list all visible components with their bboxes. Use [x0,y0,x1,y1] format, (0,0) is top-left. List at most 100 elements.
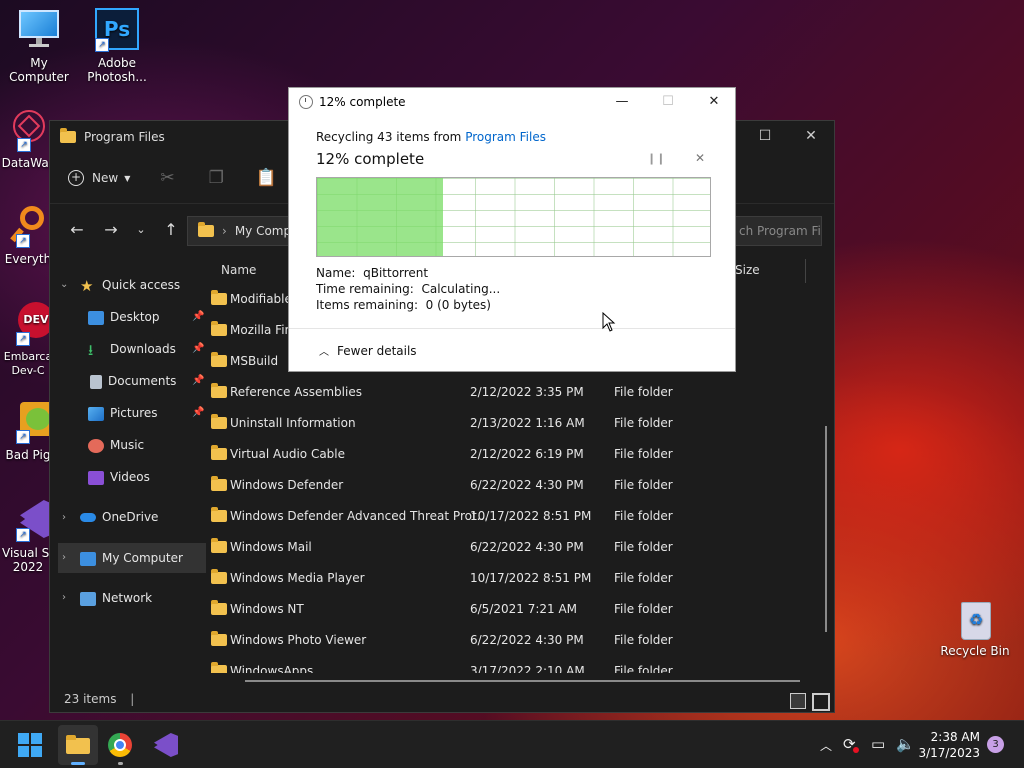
start-windows-icon[interactable] [18,733,42,757]
desktop-icon-visual-studio[interactable]: ↗ Visual St 2022 [0,498,56,574]
visual-studio-taskbar-icon[interactable] [154,733,178,757]
minimize-button[interactable]: — [599,88,645,116]
folder-icon [211,631,227,646]
folder-icon [211,507,227,522]
nav-videos[interactable]: Videos [88,465,150,489]
forward-arrow-icon[interactable]: → [96,220,126,239]
copy-icon[interactable]: ❐ [209,168,224,188]
new-button[interactable]: + New ▼ [68,170,130,186]
expand-chevron-icon[interactable]: › [62,512,66,523]
table-row[interactable]: Windows Defender Advanced Threat Prot...… [208,500,828,531]
nav-desktop[interactable]: Desktop [88,305,160,329]
nav-downloads[interactable]: ⭳ Downloads [88,337,176,361]
nav-quick-access[interactable]: ★ Quick access [80,273,180,297]
table-row[interactable]: Uninstall Information 2/13/2022 1:16 AM Fi… [208,407,828,438]
nav-onedrive[interactable]: OneDrive [80,505,158,529]
monitor-icon [17,8,61,52]
row-date: 6/5/2021 7:21 AM [470,602,578,616]
breadcrumb-chevron-icon: › [222,224,227,238]
nav-documents[interactable]: Documents [88,369,176,393]
download-icon: ⭳ [88,340,94,359]
cut-icon[interactable]: ✂ [160,168,174,188]
desktop-icon-photoshop[interactable]: Ps ↗ Adobe Photosh... [78,8,156,84]
folder-icon [211,321,227,336]
column-header-name[interactable]: Name [221,263,256,277]
chevron-up-icon[interactable]: ︿ [820,737,832,754]
table-row[interactable]: Windows Defender 6/22/2022 4:30 PM File fo… [208,469,828,500]
back-arrow-icon[interactable]: ← [62,220,92,239]
pin-icon[interactable]: 📌 [192,407,204,418]
row-name: MSBuild [230,354,279,368]
notification-badge[interactable]: 3 [987,736,1004,753]
expand-chevron-icon[interactable]: › [62,552,66,563]
paste-icon[interactable]: 📋 [256,168,277,188]
magnifier-icon: ↗ [6,204,50,248]
volume-icon[interactable]: 🔈 [896,735,915,753]
document-icon [90,374,102,389]
expand-chevron-icon[interactable]: ⌄ [60,279,68,290]
desktop-icon-label: Visual St 2022 [2,546,54,574]
table-row[interactable]: WindowsApps 3/17/2022 2:10 AM File folder [208,655,828,673]
row-date: 6/22/2022 4:30 PM [470,633,584,647]
file-explorer-taskbar-icon[interactable] [58,725,98,765]
details-view-icon[interactable] [790,693,806,709]
vertical-scrollbar[interactable] [825,426,827,632]
horizontal-scrollbar[interactable] [245,680,800,682]
nav-pictures[interactable]: Pictures [88,401,158,425]
close-button[interactable]: ✕ [691,88,737,116]
plus-icon: + [68,170,84,186]
pin-icon[interactable]: 📌 [192,375,204,386]
table-row[interactable]: Windows Media Player 10/17/2022 8:51 PM Fi… [208,562,828,593]
table-row[interactable]: Windows Mail 6/22/2022 4:30 PM File folder [208,531,828,562]
recent-chevron-icon[interactable]: ⌄ [126,223,156,236]
folder-icon [211,662,227,673]
chevron-up-icon: ︿ [319,347,329,358]
folder-icon [211,414,227,429]
desktop-icon-bad-piggies[interactable]: ↗ Bad Pig [0,400,56,462]
table-row[interactable]: Windows NT 6/5/2021 7:21 AM File folder [208,593,828,624]
time-remaining-line: Time remaining: Calculating... [316,282,501,296]
recycling-summary: Recycling 43 items from Program Files [316,130,546,144]
photoshop-icon: Ps ↗ [95,8,139,52]
expand-chevron-icon[interactable]: › [62,592,66,603]
pause-icon[interactable]: ❙❙ [647,152,665,165]
mouse-cursor-icon [602,312,616,332]
row-date: 6/22/2022 4:30 PM [470,540,584,554]
pin-icon[interactable]: 📌 [192,343,204,354]
nav-my-computer[interactable]: My Computer [80,546,183,570]
status-bar: 23 items | [64,692,134,706]
chrome-icon[interactable] [108,733,132,757]
up-arrow-icon[interactable]: ↑ [156,220,186,239]
source-folder-link[interactable]: Program Files [465,130,546,144]
item-count: 23 items [64,692,117,706]
desktop-icon-label: Bad Pig [5,448,51,462]
desktop-icon-everything[interactable]: ↗ Everyth [0,204,56,266]
navigation-pane: ⌄ ★ Quick access Desktop 📌 ⭳ Downloads 📌 D… [50,269,208,689]
pin-icon[interactable]: 📌 [192,311,204,322]
row-type: File folder [614,416,673,430]
clock[interactable]: 2:38 AM 3/17/2023 [918,729,980,761]
desktop-icon-devcpp[interactable]: DEV ↗ Embarca Dev-C [0,302,56,378]
search-input[interactable]: ch Program Fi... [734,216,822,246]
row-type: File folder [614,602,673,616]
table-row[interactable]: Reference Assemblies 2/12/2022 3:35 PM Fil… [208,376,828,407]
recycle-bin-icon: ♻ [953,596,997,640]
nav-music[interactable]: Music [88,433,144,457]
large-icons-view-icon[interactable] [812,693,830,711]
desktop-icon-my-computer[interactable]: My Computer [0,8,78,84]
fewer-details-button[interactable]: ︿ Fewer details [319,343,417,358]
maximize-button[interactable]: ☐ [645,88,691,116]
monitor-icon [80,551,96,566]
close-button[interactable]: ✕ [788,121,834,151]
desktop-icon-recycle-bin[interactable]: ♻ Recycle Bin [936,596,1014,658]
delete-progress-dialog[interactable]: 12% complete — ☐ ✕ Recycling 43 items fr… [288,87,736,372]
table-row[interactable]: Virtual Audio Cable 2/12/2022 6:19 PM File… [208,438,828,469]
desktop-icon-label: Adobe Photosh... [87,56,147,84]
network-icon[interactable]: ▭ [871,735,885,753]
column-header-size[interactable]: Size [735,263,760,277]
table-row[interactable]: Windows Photo Viewer 6/22/2022 4:30 PM Fil… [208,624,828,655]
folder-icon [60,128,76,143]
nav-network[interactable]: Network [80,586,152,610]
cancel-icon[interactable]: ✕ [695,151,705,165]
maximize-button[interactable]: ☐ [742,121,788,151]
